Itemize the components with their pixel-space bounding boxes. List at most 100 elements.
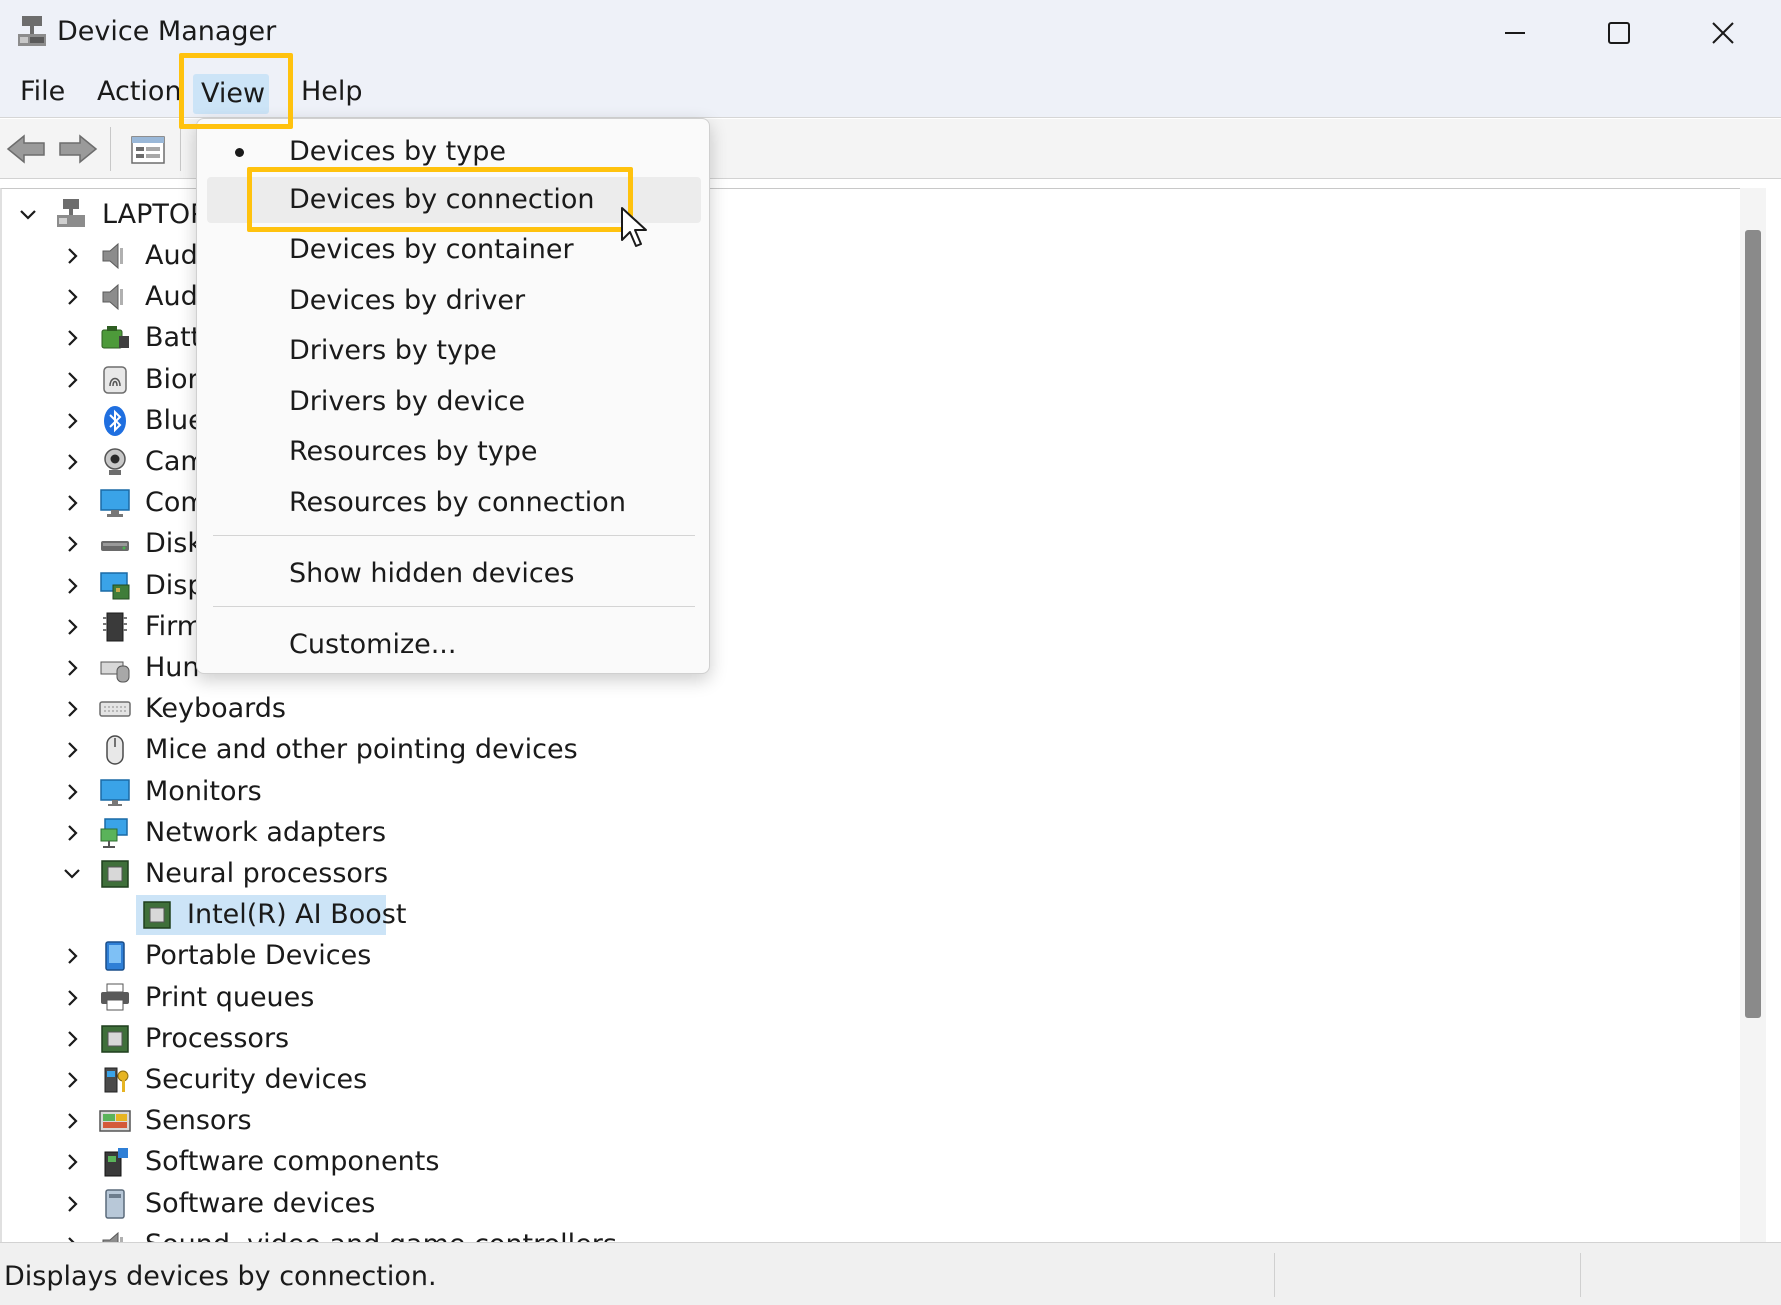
tree-item-label: Mice and other pointing devices xyxy=(145,734,578,766)
computer-monitor-icon xyxy=(100,489,130,518)
chevron-right-icon[interactable] xyxy=(62,946,82,966)
disk-drive-icon xyxy=(101,541,129,552)
audio-speaker-icon xyxy=(102,284,123,311)
tree-item-label: Batt xyxy=(145,322,202,354)
menu-file[interactable]: File xyxy=(12,72,73,112)
software-component-icon xyxy=(104,1148,128,1177)
chevron-right-icon[interactable] xyxy=(62,782,82,802)
menu-item-resources-by-type[interactable]: Resources by type xyxy=(207,429,701,475)
tree-item-label: Software components xyxy=(145,1146,440,1178)
bluetooth-icon xyxy=(104,405,126,436)
forward-arrow-icon xyxy=(59,134,98,164)
chevron-right-icon[interactable] xyxy=(62,370,82,390)
menu-item-devices-by-driver[interactable]: Devices by driver xyxy=(207,278,701,324)
chevron-right-icon[interactable] xyxy=(62,493,82,513)
battery-icon xyxy=(101,326,129,349)
menu-item-label: Drivers by device xyxy=(289,386,526,417)
chevron-right-icon[interactable] xyxy=(62,328,82,348)
maximize-button[interactable] xyxy=(1567,0,1671,66)
tree-item-label: Sensors xyxy=(145,1105,252,1137)
tree-item-label: Network adapters xyxy=(145,816,387,848)
chevron-down-icon[interactable] xyxy=(62,864,82,884)
audio-speaker-icon xyxy=(102,242,123,270)
tree-item-label: Sound, video and game controllers xyxy=(145,1225,617,1242)
chevron-right-icon[interactable] xyxy=(62,534,82,554)
chevron-right-icon[interactable] xyxy=(62,617,82,637)
tree-item-label: Software devices xyxy=(145,1187,376,1219)
chevron-right-icon[interactable] xyxy=(62,740,82,760)
tree-item-label: Intel(R) AI Boost xyxy=(187,899,407,931)
highlight-box-view-menu xyxy=(179,53,293,129)
processor-chip-icon xyxy=(101,860,129,888)
highlight-box-devices-by-connection xyxy=(247,167,633,232)
properties-button[interactable] xyxy=(126,129,170,169)
window-title: Device Manager xyxy=(57,16,277,47)
keyboard-icon xyxy=(99,701,131,717)
chevron-right-icon[interactable] xyxy=(62,988,82,1008)
tree-item-label: Security devices xyxy=(145,1064,368,1095)
back-button[interactable] xyxy=(4,129,48,169)
minimize-icon xyxy=(1505,32,1525,34)
menu-action[interactable]: Action xyxy=(89,72,190,112)
menu-item-show-hidden-devices[interactable]: Show hidden devices xyxy=(207,551,701,597)
tree-item-label: Portable Devices xyxy=(145,940,372,972)
chevron-right-icon[interactable] xyxy=(62,246,82,266)
menu-item-label: Resources by type xyxy=(289,436,538,467)
chevron-right-icon[interactable] xyxy=(62,411,82,431)
chevron-right-icon[interactable] xyxy=(62,1029,82,1049)
hid-keyboard-icon xyxy=(100,661,130,683)
forward-button[interactable] xyxy=(56,129,100,169)
software-device-icon xyxy=(105,1188,125,1219)
back-arrow-icon xyxy=(6,134,45,164)
chevron-right-icon[interactable] xyxy=(62,1194,82,1214)
properties-icon xyxy=(131,136,165,164)
firmware-chip-icon xyxy=(103,612,127,642)
close-button[interactable] xyxy=(1671,0,1775,66)
status-text: Displays devices by connection. xyxy=(4,1261,437,1292)
scrollbar-thumb[interactable] xyxy=(1745,230,1761,1018)
camera-icon xyxy=(104,448,126,475)
menu-item-resources-by-connection[interactable]: Resources by connection xyxy=(207,480,701,526)
menu-item-label: Drivers by type xyxy=(289,335,497,366)
tree-item-label: Neural processors xyxy=(145,858,389,889)
menu-item-customize[interactable]: Customize... xyxy=(207,622,701,668)
chevron-right-icon[interactable] xyxy=(62,823,82,843)
tree-item-label: Disk xyxy=(145,528,203,560)
chevron-down-icon[interactable] xyxy=(18,205,38,225)
sensor-icon xyxy=(99,1110,131,1132)
monitor-icon xyxy=(100,778,130,806)
tree-item-label: Print queues xyxy=(145,981,315,1013)
chevron-right-icon[interactable] xyxy=(62,452,82,472)
menu-item-label: Show hidden devices xyxy=(289,558,575,589)
network-adapter-icon xyxy=(100,818,128,848)
menu-item-label: Devices by container xyxy=(289,234,574,265)
biometric-fingerprint-icon xyxy=(103,365,127,394)
maximize-icon xyxy=(1608,22,1630,44)
chevron-right-icon[interactable] xyxy=(62,1235,82,1242)
menu-item-label: Devices by driver xyxy=(289,285,526,316)
printer-icon xyxy=(101,983,129,1011)
portable-device-icon xyxy=(105,941,125,972)
tree-item-label: Keyboards xyxy=(145,693,286,725)
tree-item-label: Hun xyxy=(145,652,200,683)
chevron-right-icon[interactable] xyxy=(62,1152,82,1172)
chevron-right-icon[interactable] xyxy=(62,1070,82,1090)
menu-item-drivers-by-device[interactable]: Drivers by device xyxy=(207,379,701,425)
close-icon xyxy=(1712,22,1734,44)
chevron-right-icon[interactable] xyxy=(62,658,82,678)
status-bar: Displays devices by connection. xyxy=(0,1242,1781,1305)
chevron-right-icon[interactable] xyxy=(62,576,82,596)
menu-help[interactable]: Help xyxy=(293,72,371,112)
mouse-icon xyxy=(106,735,124,766)
menu-item-drivers-by-type[interactable]: Drivers by type xyxy=(207,328,701,374)
tree-item-label: Bior xyxy=(145,363,199,395)
status-separator xyxy=(1580,1253,1581,1297)
chevron-right-icon[interactable] xyxy=(62,1111,82,1131)
mouse-pointer-icon xyxy=(621,207,647,247)
computer-icon xyxy=(57,199,85,227)
chevron-right-icon[interactable] xyxy=(62,699,82,719)
tree-item-label: Aud xyxy=(145,281,198,313)
security-key-icon xyxy=(104,1067,129,1093)
minimize-button[interactable] xyxy=(1463,0,1567,66)
chevron-right-icon[interactable] xyxy=(62,287,82,307)
